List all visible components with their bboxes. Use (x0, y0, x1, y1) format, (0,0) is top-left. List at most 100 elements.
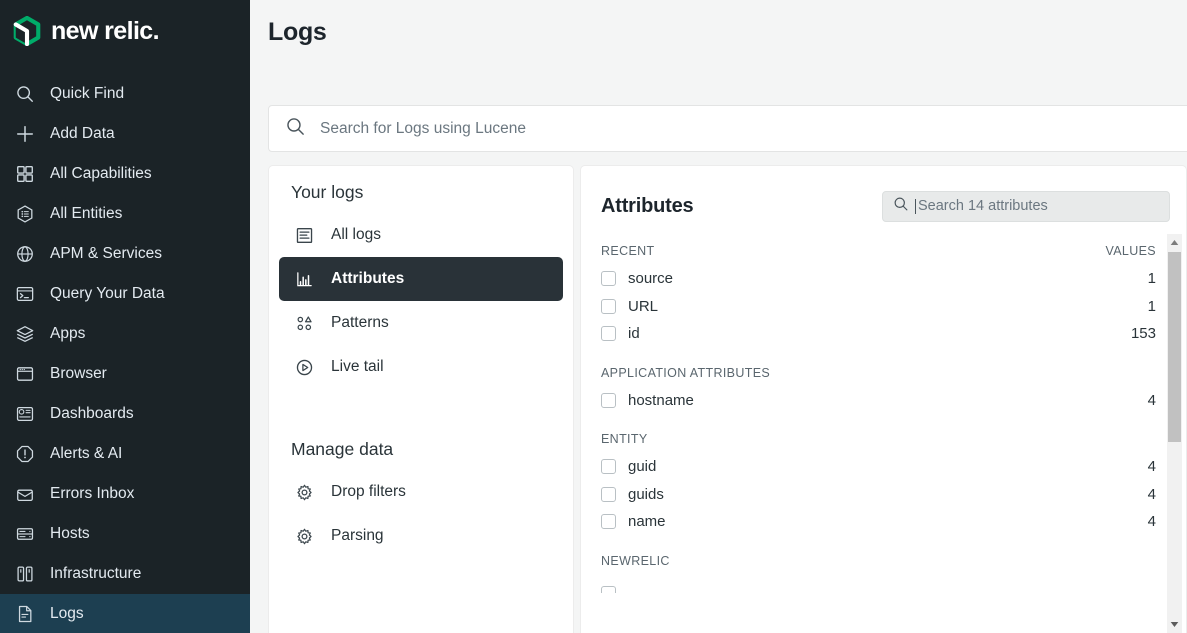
sidebar-item-apm-services[interactable]: APM & Services (0, 234, 250, 274)
sidebar-item-quick-find[interactable]: Quick Find (0, 74, 250, 114)
attribute-group-header: NEWRELIC (601, 554, 1156, 568)
hexagon-list-icon (14, 203, 36, 225)
list-document-icon (293, 224, 315, 246)
sidebar-item-infrastructure[interactable]: Infrastructure (0, 554, 250, 594)
attribute-name: hostname (628, 391, 694, 409)
attribute-values-count: 4 (1147, 513, 1156, 531)
panels-container: Your logs All logs Attributes Patterns L… (268, 165, 1187, 633)
sidebar-item-label: Alerts & AI (50, 445, 123, 462)
grid-icon (14, 163, 36, 185)
main-content: Logs Search for Logs using Lucene Your l… (250, 0, 1187, 633)
sidebar-item-all-entities[interactable]: All Entities (0, 194, 250, 234)
attribute-values-count: 4 (1147, 391, 1156, 409)
attribute-row[interactable]: name 4 (601, 508, 1156, 536)
attributes-title: Attributes (601, 194, 694, 217)
group-name: RECENT (601, 244, 655, 258)
attribute-name: name (628, 513, 666, 531)
bar-chart-icon (293, 268, 315, 290)
attribute-checkbox[interactable] (601, 486, 616, 502)
attributes-list: RECENT VALUES source 1 URL 1 id 153 APPL… (581, 228, 1186, 633)
subnav-item-patterns[interactable]: Patterns (279, 301, 563, 345)
search-icon (285, 116, 306, 142)
newrelic-cube-icon (12, 15, 42, 47)
attribute-group-header: APPLICATION ATTRIBUTES (601, 366, 1156, 380)
sidebar-item-label: Add Data (50, 125, 115, 142)
document-icon (14, 603, 36, 625)
attribute-row[interactable]: id 153 (601, 320, 1156, 348)
sidebar-item-alerts-ai[interactable]: Alerts & AI (0, 434, 250, 474)
attribute-values-count: 153 (1130, 325, 1156, 343)
attribute-row[interactable]: hostname 4 (601, 387, 1156, 415)
attribute-checkbox[interactable] (601, 585, 616, 593)
your-logs-panel: Your logs All logs Attributes Patterns L… (268, 165, 574, 633)
sidebar-item-label: Errors Inbox (50, 485, 135, 502)
scrollbar-thumb[interactable] (1168, 252, 1181, 442)
sidebar-nav: Quick Find Add Data All Capabilities All… (0, 74, 250, 633)
subnav-item-parsing[interactable]: Parsing (279, 514, 563, 558)
attribute-name: guids (628, 485, 664, 503)
subnav-item-attributes[interactable]: Attributes (279, 257, 563, 301)
gear-icon (293, 481, 315, 503)
sidebar-item-add-data[interactable]: Add Data (0, 114, 250, 154)
subnav-item-all-logs[interactable]: All logs (279, 213, 563, 257)
primary-sidebar: new relic. Quick Find Add Data All Capab… (0, 0, 250, 633)
attribute-row[interactable]: guid 4 (601, 453, 1156, 481)
attribute-name: guid (628, 458, 657, 476)
attribute-values-count: 4 (1147, 485, 1156, 503)
sidebar-item-query-your-data[interactable]: Query Your Data (0, 274, 250, 314)
attribute-row[interactable]: URL 1 (601, 293, 1156, 321)
sidebar-item-dashboards[interactable]: Dashboards (0, 394, 250, 434)
sidebar-item-apps[interactable]: Apps (0, 314, 250, 354)
attribute-checkbox[interactable] (601, 326, 616, 342)
attribute-checkbox[interactable] (601, 392, 616, 408)
attribute-checkbox[interactable] (601, 514, 616, 530)
attribute-name: URL (628, 297, 659, 315)
sidebar-item-label: Logs (50, 605, 84, 622)
attribute-row[interactable]: guids 4 (601, 481, 1156, 509)
sidebar-item-all-capabilities[interactable]: All Capabilities (0, 154, 250, 194)
sidebar-item-logs[interactable]: Logs (0, 594, 250, 633)
attributes-scrollbar[interactable] (1167, 234, 1182, 633)
subnav-item-label: Parsing (331, 527, 384, 544)
attribute-name: source (628, 270, 674, 288)
subnav-item-live-tail[interactable]: Live tail (279, 345, 563, 389)
sidebar-item-label: Quick Find (50, 85, 125, 102)
subnav-item-label: Attributes (331, 270, 405, 287)
sidebar-item-label: APM & Services (50, 245, 162, 262)
sidebar-item-hosts[interactable]: Hosts (0, 514, 250, 554)
page-title: Logs (268, 18, 327, 46)
attribute-group-header: RECENT VALUES (601, 244, 1156, 258)
brand-name: new relic. (51, 16, 160, 45)
attribute-checkbox[interactable] (601, 271, 616, 287)
sidebar-item-label: All Entities (50, 205, 123, 222)
attributes-search-input[interactable]: Search 14 attributes (882, 190, 1170, 222)
app-root: new relic. Quick Find Add Data All Capab… (0, 0, 1187, 633)
subnav-item-label: Patterns (331, 314, 389, 331)
group-name: ENTITY (601, 432, 648, 446)
sidebar-item-label: Dashboards (50, 405, 134, 422)
values-column-header: VALUES (1105, 244, 1156, 258)
gear-icon (293, 525, 315, 547)
text-caret (915, 199, 916, 214)
sidebar-item-label: Hosts (50, 525, 90, 542)
browser-window-icon (14, 363, 36, 385)
layers-icon (14, 323, 36, 345)
caret-up-icon[interactable] (1167, 234, 1182, 251)
attribute-row-partial[interactable] (601, 576, 1156, 604)
brand-logo[interactable]: new relic. (0, 0, 250, 62)
attribute-row[interactable]: source 1 (601, 265, 1156, 293)
dashboard-icon (14, 403, 36, 425)
subnav-item-drop-filters[interactable]: Drop filters (279, 470, 563, 514)
sidebar-item-label: Infrastructure (50, 565, 142, 582)
lucene-search-input[interactable]: Search for Logs using Lucene (268, 105, 1187, 152)
shapes-icon (293, 312, 315, 334)
plus-icon (14, 123, 36, 145)
search-icon (893, 196, 909, 217)
sidebar-item-errors-inbox[interactable]: Errors Inbox (0, 474, 250, 514)
attributes-header: Attributes Search 14 attributes (581, 166, 1186, 228)
attribute-checkbox[interactable] (601, 298, 616, 314)
caret-down-icon[interactable] (1167, 616, 1182, 633)
attribute-group-header: ENTITY (601, 432, 1156, 446)
sidebar-item-browser[interactable]: Browser (0, 354, 250, 394)
attribute-checkbox[interactable] (601, 459, 616, 475)
